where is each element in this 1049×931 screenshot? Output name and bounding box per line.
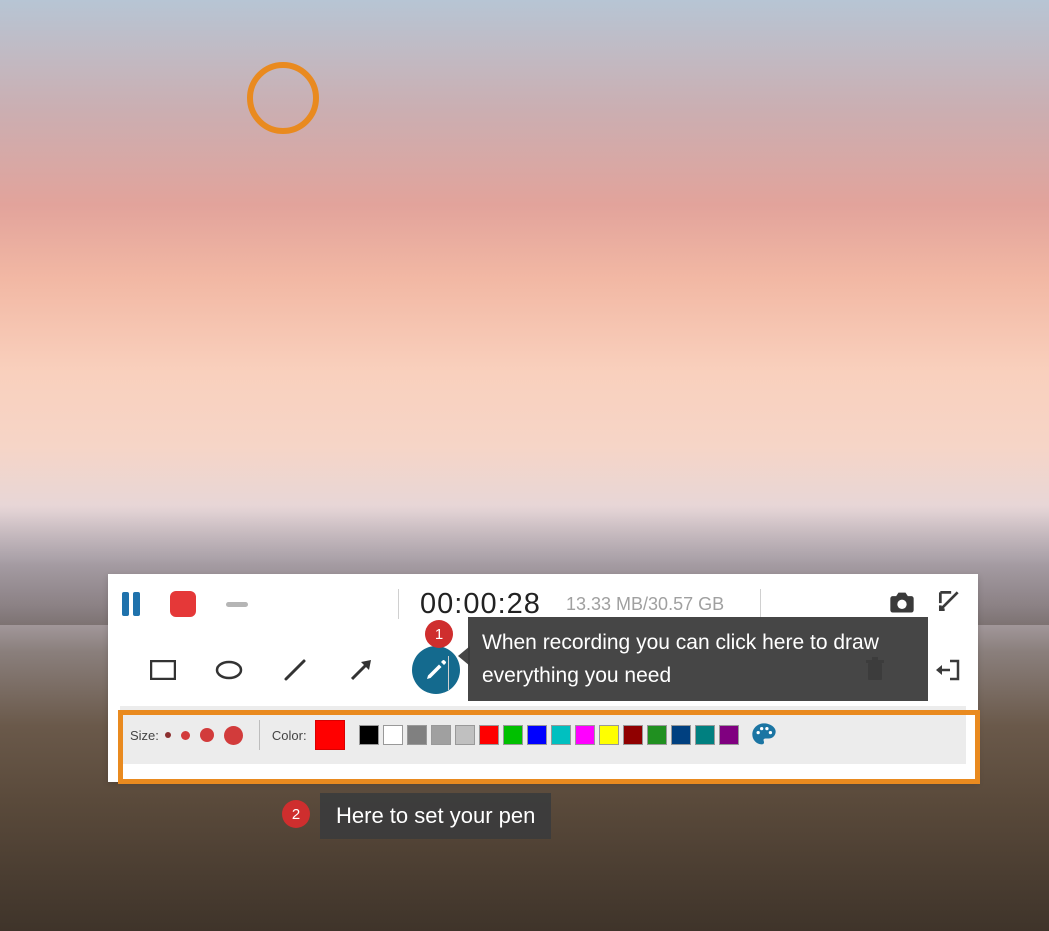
color-swatch[interactable]	[431, 725, 451, 745]
color-swatch[interactable]	[503, 725, 523, 745]
size-option-l[interactable]	[224, 726, 243, 745]
annotation-text-1: When recording you can click here to dra…	[468, 617, 928, 701]
size-label: Size:	[130, 728, 159, 743]
color-label: Color:	[272, 728, 307, 743]
size-option-s[interactable]	[181, 731, 190, 740]
color-swatch[interactable]	[407, 725, 427, 745]
color-swatch[interactable]	[479, 725, 499, 745]
separator	[398, 589, 399, 619]
color-swatch[interactable]	[551, 725, 571, 745]
annotation-badge-2: 2	[282, 800, 310, 828]
current-color	[315, 720, 345, 750]
color-swatch[interactable]	[527, 725, 547, 745]
desktop-wallpaper	[0, 0, 1049, 931]
separator	[448, 656, 449, 690]
minimize-button[interactable]	[226, 602, 248, 607]
tool-pen-active[interactable]	[412, 646, 460, 694]
tool-exit[interactable]	[934, 655, 964, 685]
stop-button[interactable]	[170, 591, 196, 617]
color-swatch[interactable]	[623, 725, 643, 745]
size-option-m[interactable]	[200, 728, 214, 742]
color-swatch[interactable]	[575, 725, 595, 745]
color-swatch[interactable]	[671, 725, 691, 745]
recording-timer: 00:00:28	[420, 588, 541, 621]
compose-button[interactable]	[936, 588, 962, 614]
screenshot-button[interactable]	[888, 590, 916, 614]
size-option-xs[interactable]	[165, 732, 171, 738]
pause-icon	[133, 592, 140, 616]
color-swatch[interactable]	[359, 725, 379, 745]
tool-rectangle[interactable]	[148, 655, 178, 685]
color-swatch[interactable]	[383, 725, 403, 745]
separator	[760, 589, 761, 619]
color-swatch[interactable]	[599, 725, 619, 745]
color-swatch[interactable]	[719, 725, 739, 745]
custom-color-button[interactable]	[749, 720, 779, 750]
pen-style-bar: Size: Color:	[120, 706, 966, 764]
tool-ellipse[interactable]	[214, 655, 244, 685]
color-swatch[interactable]	[455, 725, 475, 745]
tool-arrow[interactable]	[346, 655, 376, 685]
pause-button[interactable]	[122, 592, 140, 616]
separator	[259, 720, 260, 750]
size-options	[165, 726, 243, 745]
color-swatch[interactable]	[647, 725, 667, 745]
color-swatch[interactable]	[695, 725, 715, 745]
annotation-text-2: Here to set your pen	[320, 793, 551, 839]
pause-icon	[122, 592, 129, 616]
color-swatches	[359, 725, 739, 745]
annotation-badge-1: 1	[425, 620, 453, 648]
tool-line[interactable]	[280, 655, 310, 685]
recording-filesize: 13.33 MB/30.57 GB	[566, 594, 724, 615]
